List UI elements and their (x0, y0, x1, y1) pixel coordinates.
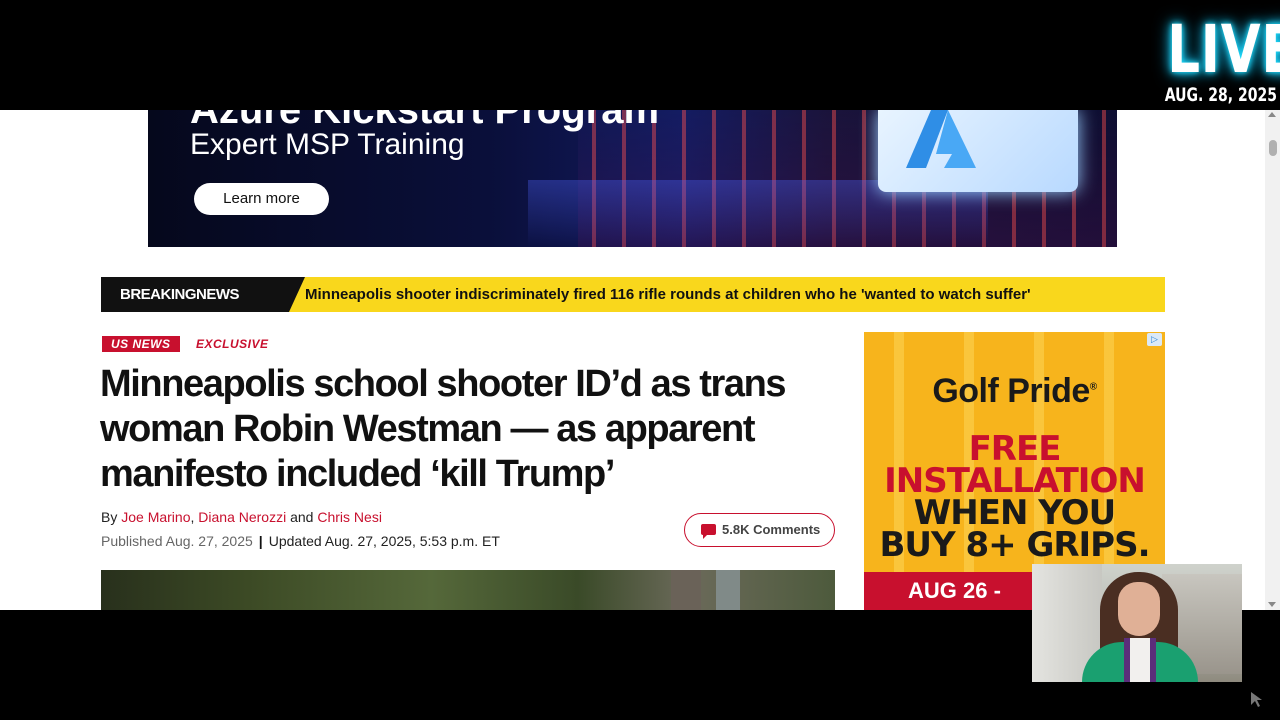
side-ad-brand-text: Golf Pride (932, 372, 1090, 410)
article-hero-image[interactable] (101, 570, 835, 610)
adchoices-icon[interactable]: ▷ (1147, 333, 1162, 346)
banner-ad[interactable]: Azure Kickstart Program Expert MSP Train… (148, 110, 1117, 247)
author-separator: , (190, 509, 195, 525)
breaking-news-headline[interactable]: Minneapolis shooter indiscriminately fir… (305, 277, 1031, 312)
webcam-overlay (1032, 564, 1242, 682)
author-link-1[interactable]: Joe Marino (121, 509, 190, 525)
browser-viewport[interactable]: Azure Kickstart Program Expert MSP Train… (0, 110, 1280, 610)
byline: By Joe Marino, Diana Nerozzi and Chris N… (101, 509, 382, 525)
hero-image-pole-2 (716, 570, 740, 610)
section-tag-us-news[interactable]: US NEWS (102, 336, 180, 352)
presenter-scarf (1124, 638, 1156, 682)
cursor-arrow-icon (1251, 692, 1262, 707)
comment-bubble-icon (701, 524, 716, 539)
stream-frame: LIVE AUG. 28, 2025 Azure Kickstart Progr… (0, 0, 1280, 720)
scrollbar-thumb[interactable] (1269, 140, 1277, 156)
published-date: Published Aug. 27, 2025 (101, 533, 253, 549)
side-ad-line-4: BUY 8+ GRIPS. (879, 525, 1150, 565)
publish-info: Published Aug. 27, 2025 | Updated Aug. 27,… (101, 533, 500, 549)
presenter-face (1118, 582, 1160, 636)
banner-ad-subline: Expert MSP Training (190, 128, 465, 161)
live-overlay: LIVE AUG. 28, 2025 (1154, 11, 1280, 107)
registered-mark: ® (1089, 381, 1097, 393)
author-link-3[interactable]: Chris Nesi (317, 509, 382, 525)
comments-button[interactable]: 5.8K Comments (684, 513, 835, 547)
azure-logo-icon (906, 110, 976, 168)
exclusive-tag: EXCLUSIVE (195, 337, 269, 351)
article-headline: Minneapolis school shooter ID’d as trans… (100, 363, 787, 495)
live-label: LIVE (1167, 11, 1280, 88)
hero-image-pole (671, 570, 701, 610)
breaking-news-label: BREAKINGNEWS (101, 277, 305, 312)
learn-more-button[interactable]: Learn more (194, 183, 329, 215)
comments-count: 5.8K Comments (722, 522, 821, 537)
scroll-down-arrow-icon[interactable] (1268, 602, 1276, 607)
scroll-up-arrow-icon[interactable] (1268, 112, 1276, 117)
side-ad-brand: Golf Pride® (864, 372, 1165, 411)
author-separator-and: and (290, 509, 314, 525)
date-divider: | (258, 533, 263, 549)
live-date: AUG. 28, 2025 (1164, 84, 1277, 106)
article-tags: US NEWS EXCLUSIVE (102, 335, 268, 352)
updated-date: Updated Aug. 27, 2025, 5:53 p.m. ET (268, 533, 500, 549)
author-link-2[interactable]: Diana Nerozzi (198, 509, 286, 525)
breaking-news-bar[interactable]: BREAKINGNEWS Minneapolis shooter indiscr… (101, 277, 1165, 312)
byline-prefix: By (101, 509, 118, 525)
page-scrollbar[interactable] (1265, 110, 1280, 610)
